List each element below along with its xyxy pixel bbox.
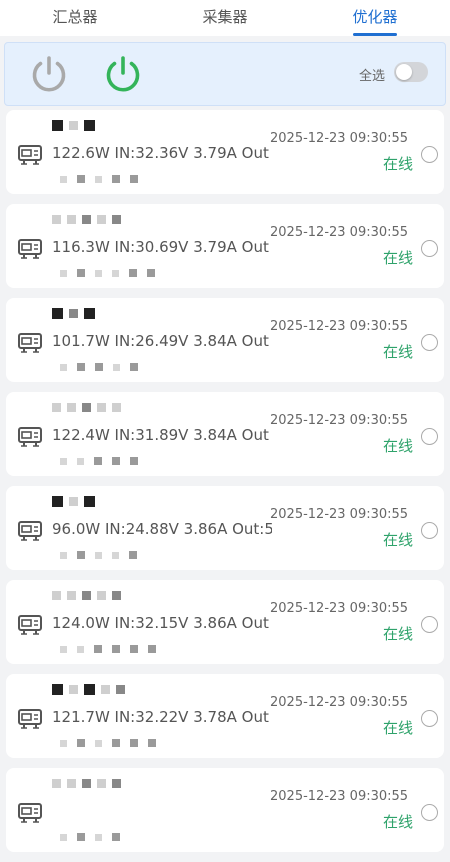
device-id-redacted bbox=[52, 306, 212, 320]
control-bar: 全选 bbox=[4, 42, 446, 106]
optimizer-card[interactable]: 122.4W IN:31.89V 3.84A Out 2025-12-23 09:… bbox=[6, 392, 444, 476]
device-timestamp: 2025-12-23 09:30:55 bbox=[270, 225, 409, 240]
tab-collector[interactable]: 采集器 bbox=[150, 0, 300, 36]
optimizer-card[interactable]: 122.6W IN:32.36V 3.79A Out 2025-12-23 09:… bbox=[6, 110, 444, 194]
device-readings: 121.7W IN:32.22V 3.78A Out bbox=[52, 708, 269, 726]
device-id-redacted bbox=[52, 400, 212, 414]
toggle-knob bbox=[396, 64, 412, 80]
select-all-toggle[interactable] bbox=[394, 62, 428, 82]
device-subinfo-redacted bbox=[60, 268, 230, 278]
select-all-label: 全选 bbox=[359, 69, 386, 84]
optimizer-device-icon bbox=[16, 422, 44, 450]
device-subinfo-redacted bbox=[60, 644, 230, 654]
device-readings: 116.3W IN:30.69V 3.79A Out bbox=[52, 238, 269, 256]
select-radio[interactable] bbox=[421, 710, 438, 727]
power-off-button[interactable] bbox=[27, 52, 71, 96]
device-timestamp: 2025-12-23 09:30:55 bbox=[270, 601, 409, 616]
device-timestamp: 2025-12-23 09:30:55 bbox=[270, 507, 409, 522]
device-status: 在线 bbox=[383, 813, 414, 831]
device-timestamp: 2025-12-23 09:30:55 bbox=[270, 695, 409, 710]
device-status: 在线 bbox=[383, 155, 414, 173]
optimizer-card[interactable]: 124.0W IN:32.15V 3.86A Out 2025-12-23 09:… bbox=[6, 580, 444, 664]
device-id-redacted bbox=[52, 494, 212, 508]
device-id-redacted bbox=[52, 212, 212, 226]
optimizer-device-icon bbox=[16, 704, 44, 732]
select-radio[interactable] bbox=[421, 428, 438, 445]
device-subinfo-redacted bbox=[60, 738, 230, 748]
select-radio[interactable] bbox=[421, 146, 438, 163]
optimizer-card[interactable]: 96.0W IN:24.88V 3.86A Out:5 2025-12-23 09… bbox=[6, 486, 444, 570]
device-list: 122.6W IN:32.36V 3.79A Out 2025-12-23 09:… bbox=[0, 110, 450, 862]
select-radio[interactable] bbox=[421, 804, 438, 821]
power-icon-grey bbox=[32, 56, 66, 92]
device-subinfo-redacted bbox=[60, 174, 230, 184]
device-readings: 96.0W IN:24.88V 3.86A Out:5 bbox=[52, 520, 272, 538]
optimizer-card[interactable]: 2025-12-23 09:30:55 在线 bbox=[6, 768, 444, 852]
device-timestamp: 2025-12-23 09:30:55 bbox=[270, 789, 409, 804]
device-timestamp: 2025-12-23 09:30:55 bbox=[270, 319, 409, 334]
device-timestamp: 2025-12-23 09:30:55 bbox=[270, 131, 409, 146]
device-subinfo-redacted bbox=[60, 362, 230, 372]
select-radio[interactable] bbox=[421, 522, 438, 539]
optimizer-device-icon bbox=[16, 610, 44, 638]
select-radio[interactable] bbox=[421, 334, 438, 351]
optimizer-device-icon bbox=[16, 328, 44, 356]
power-icon-green bbox=[106, 56, 140, 92]
device-readings: 124.0W IN:32.15V 3.86A Out bbox=[52, 614, 269, 632]
optimizer-card[interactable]: 121.7W IN:32.22V 3.78A Out 2025-12-23 09:… bbox=[6, 674, 444, 758]
device-status: 在线 bbox=[383, 531, 414, 549]
select-radio[interactable] bbox=[421, 616, 438, 633]
optimizer-card[interactable]: 116.3W IN:30.69V 3.79A Out 2025-12-23 09:… bbox=[6, 204, 444, 288]
device-status: 在线 bbox=[383, 719, 414, 737]
tab-bar: 汇总器 采集器 优化器 bbox=[0, 0, 450, 36]
device-status: 在线 bbox=[383, 625, 414, 643]
optimizer-card[interactable]: 101.7W IN:26.49V 3.84A Out 2025-12-23 09:… bbox=[6, 298, 444, 382]
device-id-redacted bbox=[52, 118, 212, 132]
device-status: 在线 bbox=[383, 343, 414, 361]
tab-concentrator[interactable]: 汇总器 bbox=[0, 0, 150, 36]
device-subinfo-redacted bbox=[60, 550, 230, 560]
device-readings: 122.6W IN:32.36V 3.79A Out bbox=[52, 144, 269, 162]
optimizer-device-icon bbox=[16, 140, 44, 168]
device-subinfo-redacted bbox=[60, 832, 230, 842]
device-status: 在线 bbox=[383, 249, 414, 267]
device-readings: 101.7W IN:26.49V 3.84A Out bbox=[52, 332, 269, 350]
optimizer-device-icon bbox=[16, 234, 44, 262]
optimizer-device-icon bbox=[16, 516, 44, 544]
device-status: 在线 bbox=[383, 437, 414, 455]
device-timestamp: 2025-12-23 09:30:55 bbox=[270, 413, 409, 428]
device-id-redacted bbox=[52, 588, 212, 602]
tab-optimizer[interactable]: 优化器 bbox=[300, 0, 450, 36]
power-on-button[interactable] bbox=[101, 52, 145, 96]
device-id-redacted bbox=[52, 776, 212, 790]
device-id-redacted bbox=[52, 682, 212, 696]
select-radio[interactable] bbox=[421, 240, 438, 257]
optimizer-device-icon bbox=[16, 798, 44, 826]
device-subinfo-redacted bbox=[60, 456, 230, 466]
device-readings: 122.4W IN:31.89V 3.84A Out bbox=[52, 426, 269, 444]
